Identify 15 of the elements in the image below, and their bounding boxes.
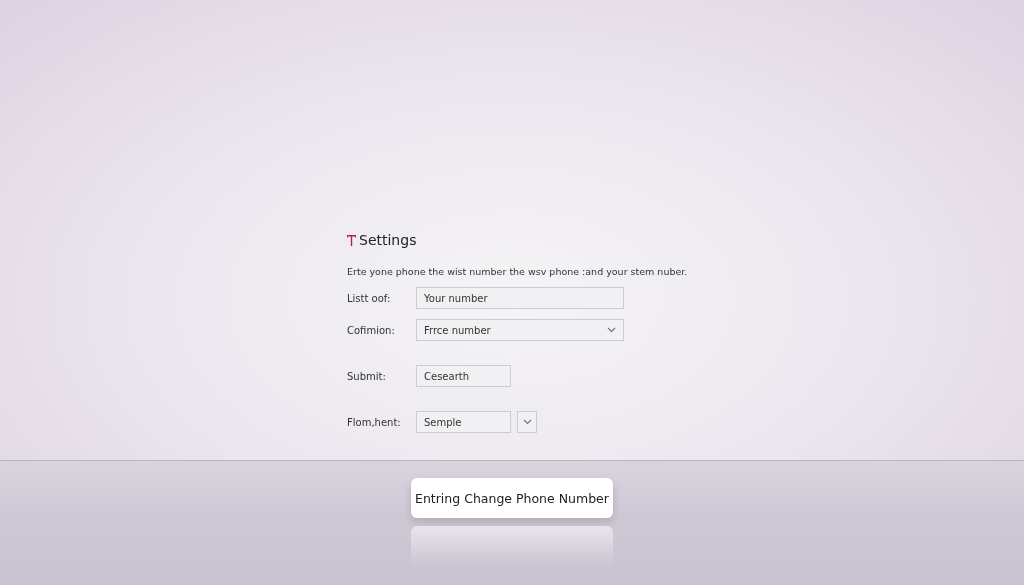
field-label: Flom,hent: bbox=[347, 416, 402, 428]
dropdown-button[interactable] bbox=[517, 411, 537, 433]
description: Erte yone phone the wist number the wsv phone :and your stem nuber. bbox=[347, 266, 689, 277]
field-label: Cofimion: bbox=[347, 324, 396, 336]
panel-title: Settings bbox=[359, 232, 417, 248]
input-field[interactable]: Cesearth bbox=[416, 365, 511, 387]
input-field[interactable]: Semple bbox=[416, 411, 511, 433]
caption-card: Entring Change Phone Number bbox=[411, 478, 613, 518]
field-label: Listt oof: bbox=[347, 292, 392, 304]
field-label: Submit: bbox=[347, 370, 387, 382]
chevron-icon bbox=[522, 419, 532, 425]
chevron-icon bbox=[607, 327, 616, 333]
dropdown[interactable]: Frrce number bbox=[416, 319, 624, 341]
input-field[interactable]: Your number bbox=[416, 287, 624, 309]
logo-icon bbox=[347, 234, 356, 246]
